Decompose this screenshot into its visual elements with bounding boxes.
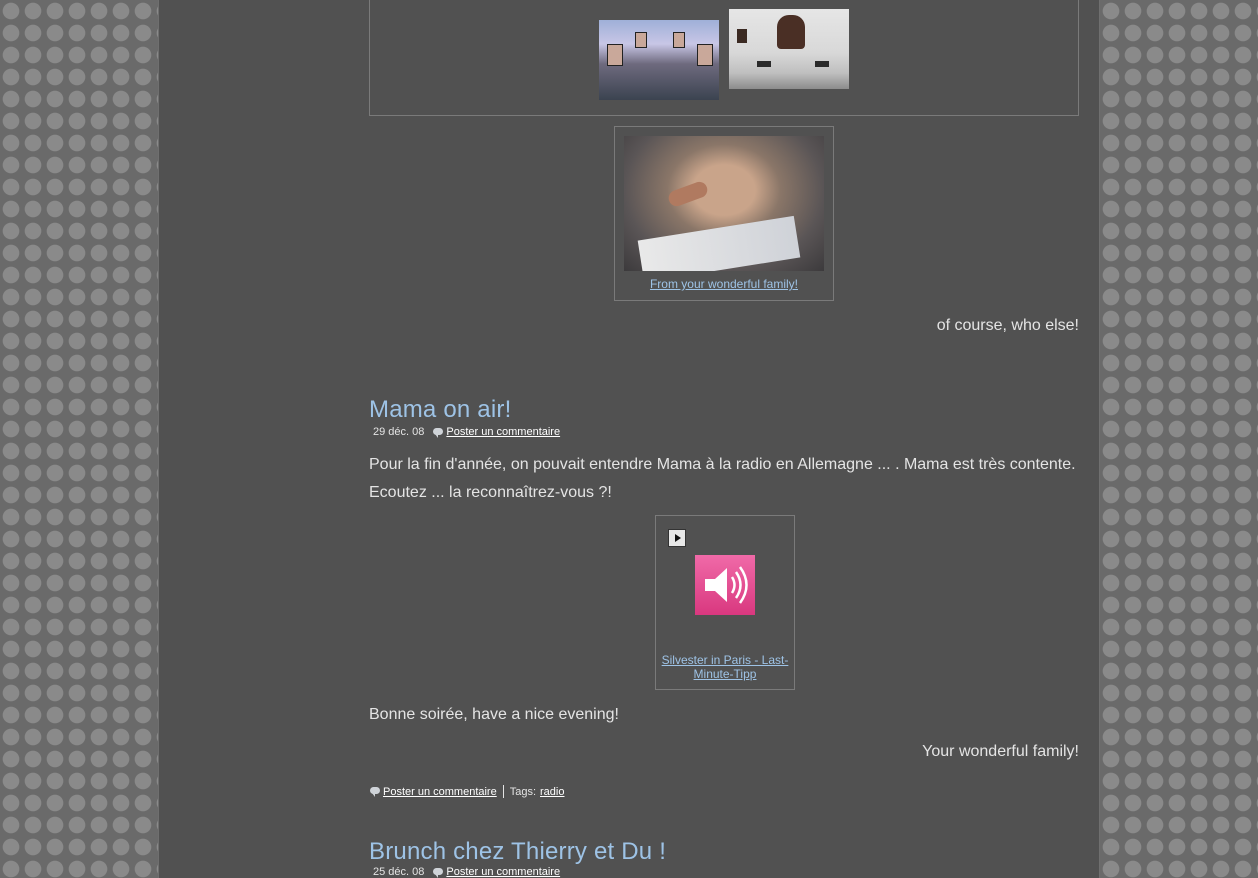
footer-divider bbox=[502, 785, 504, 798]
tag-link-radio[interactable]: radio bbox=[540, 786, 564, 798]
speaker-icon bbox=[695, 555, 755, 615]
blog-page: From your wonderful family! of course, w… bbox=[158, 0, 1100, 878]
post-meta: 29 déc. 08 Poster un commentaire bbox=[373, 426, 560, 438]
photo-gallery bbox=[369, 0, 1079, 116]
family-photo[interactable] bbox=[624, 136, 824, 271]
comment-bubble-icon bbox=[370, 787, 380, 797]
post-meta: 25 déc. 08 Poster un commentaire bbox=[373, 866, 560, 878]
tags-label: Tags: bbox=[509, 785, 537, 798]
hand bbox=[666, 179, 710, 209]
audio-player: Silvester in Paris - Last-Minute-Tipp bbox=[655, 515, 795, 690]
post-date: 25 déc. 08 bbox=[373, 866, 425, 878]
post-comment-link[interactable]: Poster un commentaire bbox=[446, 866, 560, 878]
photo-frame: From your wonderful family! bbox=[614, 126, 834, 301]
audio-caption-link[interactable]: Silvester in Paris - Last-Minute-Tipp bbox=[656, 653, 794, 681]
photo-caption-link[interactable]: From your wonderful family! bbox=[615, 277, 833, 291]
poster-face bbox=[635, 32, 647, 48]
bench bbox=[815, 61, 829, 67]
portrait-art bbox=[777, 15, 805, 49]
poster-face bbox=[607, 44, 623, 66]
post-paragraph: Pour la fin d'année, on pouvait entendre… bbox=[369, 456, 1076, 473]
museum-thumbnail[interactable] bbox=[729, 9, 849, 89]
mall-thumbnail[interactable] bbox=[599, 20, 719, 100]
wall-art bbox=[737, 29, 747, 43]
comment-bubble-icon bbox=[433, 867, 444, 878]
post-title[interactable]: Mama on air! bbox=[369, 396, 511, 424]
post-signature: Your wonderful family! bbox=[922, 743, 1079, 760]
newspaper bbox=[637, 215, 801, 271]
bench bbox=[757, 61, 771, 67]
post-title[interactable]: Brunch chez Thierry et Du ! bbox=[369, 838, 666, 866]
footer-comment-link[interactable]: Poster un commentaire bbox=[383, 786, 497, 798]
poster-face bbox=[697, 44, 713, 66]
comment-bubble-icon bbox=[433, 427, 444, 438]
play-button[interactable] bbox=[668, 529, 686, 547]
post-greeting: Bonne soirée, have a nice evening! bbox=[369, 706, 619, 723]
post-closing-text: of course, who else! bbox=[936, 317, 1079, 334]
post-footer: Poster un commentaire Tags: radio bbox=[370, 785, 564, 798]
post-paragraph: Ecoutez ... la reconnaîtrez-vous ?! bbox=[369, 484, 612, 501]
poster-face bbox=[673, 32, 685, 48]
post-date: 29 déc. 08 bbox=[373, 426, 425, 438]
post-comment-link[interactable]: Poster un commentaire bbox=[446, 426, 560, 438]
